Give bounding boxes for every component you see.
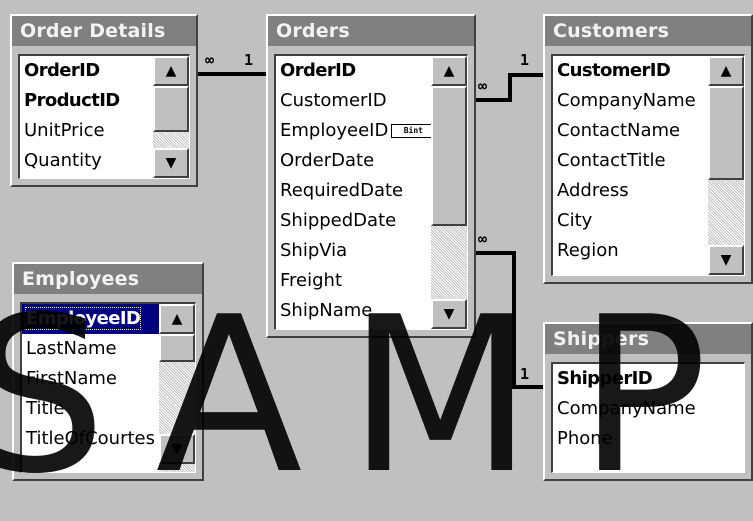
field-label: EmployeeID [280, 120, 389, 141]
field-item[interactable]: OrderDate [276, 146, 431, 176]
field-item[interactable]: TitleOfCourtes [22, 424, 159, 454]
field-item[interactable]: OrderID [20, 56, 153, 86]
field-item[interactable]: FirstName [22, 364, 159, 394]
table-title[interactable]: Employees [14, 264, 202, 294]
field-item[interactable]: Address [553, 176, 708, 206]
table-title[interactable]: Order Details [12, 16, 196, 46]
scroll-down-button[interactable]: ▼ [431, 299, 467, 329]
scroll-up-button[interactable]: ▲ [153, 56, 189, 86]
rel-many-label: ∞ [205, 51, 215, 69]
table-shippers[interactable]: Shippers ShipperID CompanyName Phone [543, 322, 753, 481]
field-item[interactable]: UnitPrice [20, 116, 153, 146]
scroll-down-button[interactable]: ▼ [153, 148, 189, 178]
field-list[interactable]: EmployeeID LastName FirstName Title Titl… [20, 302, 196, 473]
vertical-scrollbar[interactable]: ▲ ▼ [153, 56, 189, 178]
drag-cursor-icon: Bint [391, 124, 431, 138]
table-employees[interactable]: Employees EmployeeID LastName FirstName … [12, 262, 204, 481]
rel-one-label: 1 [520, 51, 530, 69]
field-item[interactable]: OrderID [276, 56, 431, 86]
scroll-up-button[interactable]: ▲ [431, 56, 467, 86]
field-item[interactable]: Phone [553, 424, 744, 454]
scroll-up-button[interactable]: ▲ [159, 304, 195, 334]
scroll-up-button[interactable]: ▲ [708, 56, 744, 86]
field-item[interactable]: ShipName [276, 296, 431, 326]
field-item-selected[interactable]: EmployeeID [22, 304, 159, 334]
field-label: EmployeeID [24, 307, 142, 330]
field-item[interactable]: Freight [276, 266, 431, 296]
scroll-down-button[interactable]: ▼ [708, 245, 744, 275]
scroll-down-button[interactable]: ▼ [159, 434, 195, 464]
field-item[interactable]: CustomerID [276, 86, 431, 116]
table-customers[interactable]: Customers CustomerID CompanyName Contact… [543, 14, 753, 284]
table-title[interactable]: Customers [545, 16, 751, 46]
field-item[interactable]: ShipVia [276, 236, 431, 266]
rel-line-orders-shippers [476, 251, 545, 389]
field-list[interactable]: OrderID CustomerID EmployeeID Bint OrderD… [274, 54, 468, 330]
field-item[interactable]: RequiredDate [276, 176, 431, 206]
scroll-thumb[interactable] [153, 86, 189, 132]
field-item[interactable]: Title [22, 394, 159, 424]
scroll-thumb[interactable] [708, 86, 744, 180]
field-item[interactable]: ContactTitle [553, 146, 708, 176]
table-title[interactable]: Orders [268, 16, 474, 46]
field-item[interactable]: EmployeeID Bint [276, 116, 431, 146]
field-item[interactable]: ProductID [20, 86, 153, 116]
table-orders[interactable]: Orders OrderID CustomerID EmployeeID Bint… [266, 14, 476, 338]
field-item[interactable]: CustomerID [553, 56, 708, 86]
field-item[interactable]: City [553, 206, 708, 236]
field-item[interactable]: CompanyName [553, 86, 708, 116]
vertical-scrollbar[interactable]: ▲ ▼ [431, 56, 467, 329]
scroll-thumb[interactable] [159, 334, 195, 362]
table-title[interactable]: Shippers [545, 324, 751, 354]
field-item[interactable]: Region [553, 236, 708, 266]
field-list[interactable]: ShipperID CompanyName Phone [551, 362, 745, 473]
vertical-scrollbar[interactable]: ▲ ▼ [159, 304, 195, 472]
scroll-thumb[interactable] [431, 86, 467, 226]
rel-many-label: ∞ [478, 77, 488, 95]
field-item[interactable]: ContactName [553, 116, 708, 146]
rel-many-label: ∞ [478, 230, 488, 248]
table-order-details[interactable]: Order Details OrderID ProductID UnitPric… [10, 14, 198, 187]
field-item[interactable]: LastName [22, 334, 159, 364]
rel-one-label: 1 [244, 51, 254, 69]
field-item[interactable]: ShipperID [553, 364, 744, 394]
field-item[interactable]: CompanyName [553, 394, 744, 424]
field-list[interactable]: CustomerID CompanyName ContactName Conta… [551, 54, 745, 276]
field-item[interactable]: ShippedDate [276, 206, 431, 236]
vertical-scrollbar[interactable]: ▲ ▼ [708, 56, 744, 275]
field-item[interactable]: Quantity [20, 146, 153, 176]
rel-one-label: 1 [520, 365, 530, 383]
field-list[interactable]: OrderID ProductID UnitPrice Quantity ▲ ▼ [18, 54, 190, 179]
